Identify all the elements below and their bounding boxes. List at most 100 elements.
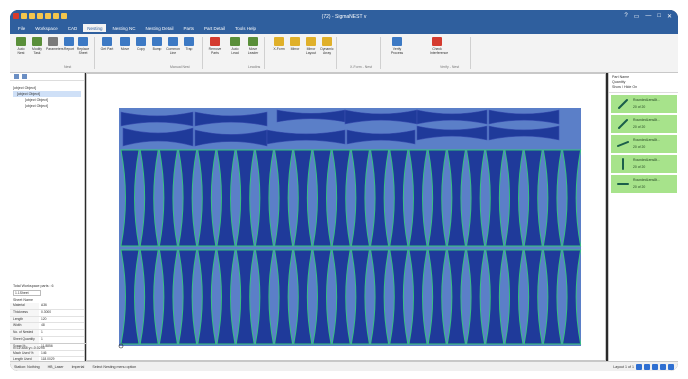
modify-task-button[interactable]: Modify Task: [30, 37, 44, 57]
property-value[interactable]: A36: [39, 303, 47, 309]
part-thumbnail-icon: [622, 158, 624, 170]
part-name: RoundedLens8t...: [633, 98, 660, 102]
property-value[interactable]: 48: [39, 323, 45, 329]
ribbon-button-label: Parameters: [46, 47, 64, 51]
check-interference-button[interactable]: Check Interference: [430, 37, 449, 57]
move-button[interactable]: Move: [118, 37, 132, 57]
title-bar: (72) - SigmaNEST v ? ▭ — □ ✕: [10, 10, 678, 24]
ribbon-display-button[interactable]: ▭: [634, 13, 640, 20]
part-name: RoundedLens8t...: [633, 178, 660, 182]
help-button[interactable]: ?: [624, 13, 627, 20]
ribbon-group-label: Manual Nest: [170, 65, 190, 69]
parameters-button[interactable]: Parameters: [46, 37, 64, 57]
list-view-icon[interactable]: [22, 74, 27, 79]
prev-page-button[interactable]: [644, 364, 650, 370]
ribbon-group-label: X-Form - Nest: [350, 65, 372, 69]
layout-options-button[interactable]: [668, 364, 674, 370]
part-quantity: 20 of 20: [633, 105, 646, 109]
ribbon-button-label: Check Interference: [430, 47, 449, 55]
ribbon: Auto Nest Modify Task Parameters Report Repl…: [10, 34, 678, 73]
get-part-button[interactable]: Get Part: [100, 37, 114, 57]
verify-process-button[interactable]: Verify Process: [390, 37, 404, 57]
property-value[interactable]: 0.3000: [39, 310, 51, 316]
column-show-hide[interactable]: Show / Hide On: [612, 85, 676, 90]
app-window: (72) - SigmaNEST v ? ▭ — □ ✕ File Workspa…: [10, 10, 678, 371]
auto-nest-button[interactable]: Auto Nest: [14, 37, 28, 57]
part-list-item[interactable]: RoundedLens8t... 20 of 20: [611, 155, 677, 173]
bump-button[interactable]: Bump: [150, 37, 164, 57]
maximize-button[interactable]: □: [657, 13, 661, 20]
next-page-button[interactable]: [652, 364, 658, 370]
workspace-pane: [object Object] [object Object] [object …: [10, 73, 90, 365]
tree-view-icon[interactable]: [14, 74, 19, 79]
ribbon-button-label: Mirror Layout: [305, 47, 317, 55]
check-interference-icon: [432, 37, 442, 46]
tab-nesting[interactable]: Nesting: [83, 24, 107, 32]
tab-nesting-nc[interactable]: Nesting NC: [108, 24, 139, 32]
first-page-button[interactable]: [636, 364, 642, 370]
part-list-item[interactable]: RoundedLens8t... 20 of 20: [611, 95, 677, 113]
tab-cad[interactable]: CAD: [64, 24, 82, 32]
replace-sheet-button[interactable]: Replace Sheet: [76, 37, 90, 57]
property-name: No. of Nested: [10, 330, 39, 336]
x-form-icon: [274, 37, 284, 46]
report-button[interactable]: Report: [62, 37, 76, 57]
x-form-button[interactable]: X-Form: [272, 37, 286, 57]
minimize-button[interactable]: —: [645, 13, 651, 20]
copy-button[interactable]: Copy: [134, 37, 148, 57]
ribbon-separator: [264, 37, 265, 69]
mirror-button[interactable]: Mirror: [288, 37, 302, 57]
part-list-item[interactable]: RoundedLens8t... 20 of 20: [611, 115, 677, 133]
nest-canvas[interactable]: [86, 73, 606, 361]
tab-parts[interactable]: Parts: [180, 24, 199, 32]
tab-part-detail[interactable]: Part Detail: [200, 24, 229, 32]
window-controls: ? ▭ — □ ✕: [624, 13, 672, 20]
move-leader-icon: [248, 37, 258, 46]
property-name: Sheet Quantity: [10, 336, 39, 343]
property-value[interactable]: 120: [39, 317, 47, 323]
verify-process-icon: [392, 37, 402, 46]
part-list-item[interactable]: RoundedLens8t... 20 of 20: [611, 135, 677, 153]
status-units: Imperial: [71, 365, 85, 369]
ribbon-button-label: Auto Lead: [231, 47, 239, 55]
copy-icon: [136, 37, 146, 46]
mirror-layout-icon: [306, 37, 316, 46]
tab-file[interactable]: File: [14, 24, 29, 32]
tab-tools-help[interactable]: Tools Help: [231, 24, 260, 32]
property-row: No. of Nested 1: [10, 330, 84, 337]
workspace-toolbar: [10, 73, 84, 81]
auto-lead-button[interactable]: Auto Lead: [228, 37, 242, 57]
mirror-layout-button[interactable]: Mirror Layout: [304, 37, 318, 57]
window-title: (72) - SigmaNEST v: [321, 14, 367, 20]
tab-nesting-detail[interactable]: Nesting Detail: [142, 24, 178, 32]
ribbon-button-label: Dynamic Array: [320, 47, 334, 55]
sheet-selector[interactable]: 1.1Sheet: [13, 290, 41, 296]
move-leader-button[interactable]: Move Leader: [246, 37, 260, 57]
part-list-item[interactable]: RoundedLens8t... 20 of 20: [611, 175, 677, 193]
property-name: Material: [10, 303, 39, 309]
property-row: Material A36: [10, 303, 84, 310]
close-button[interactable]: ✕: [667, 13, 672, 20]
remove-parts-button[interactable]: Remove Parts: [208, 37, 222, 57]
ribbon-button-label: Report: [63, 47, 75, 51]
modify-task-icon: [32, 37, 42, 46]
trap-icon: [184, 37, 194, 46]
ribbon-button-label: X-Form: [273, 47, 285, 51]
property-row: Length 120: [10, 316, 84, 324]
last-page-button[interactable]: [660, 364, 666, 370]
remove-parts-icon: [210, 37, 220, 46]
ribbon-button-label: Remove Parts: [208, 47, 222, 55]
common-line-button[interactable]: Common Line: [166, 37, 180, 57]
workspace-summary: Total Workspace parts : 6: [13, 284, 54, 288]
part-thumbnail-icon: [618, 119, 628, 129]
auto-lead-icon: [230, 37, 240, 46]
property-value[interactable]: 1: [39, 337, 43, 343]
tab-workspace[interactable]: Workspace: [31, 24, 61, 32]
tree-part[interactable]: [object Object]: [13, 103, 81, 109]
dynamic-array-button[interactable]: Dynamic Array: [320, 37, 334, 57]
trap-button[interactable]: Trap: [182, 37, 196, 57]
report-icon: [64, 37, 74, 46]
property-value[interactable]: 1: [39, 330, 43, 336]
nest-drawing[interactable]: [87, 74, 605, 360]
property-name: Length: [10, 316, 39, 323]
